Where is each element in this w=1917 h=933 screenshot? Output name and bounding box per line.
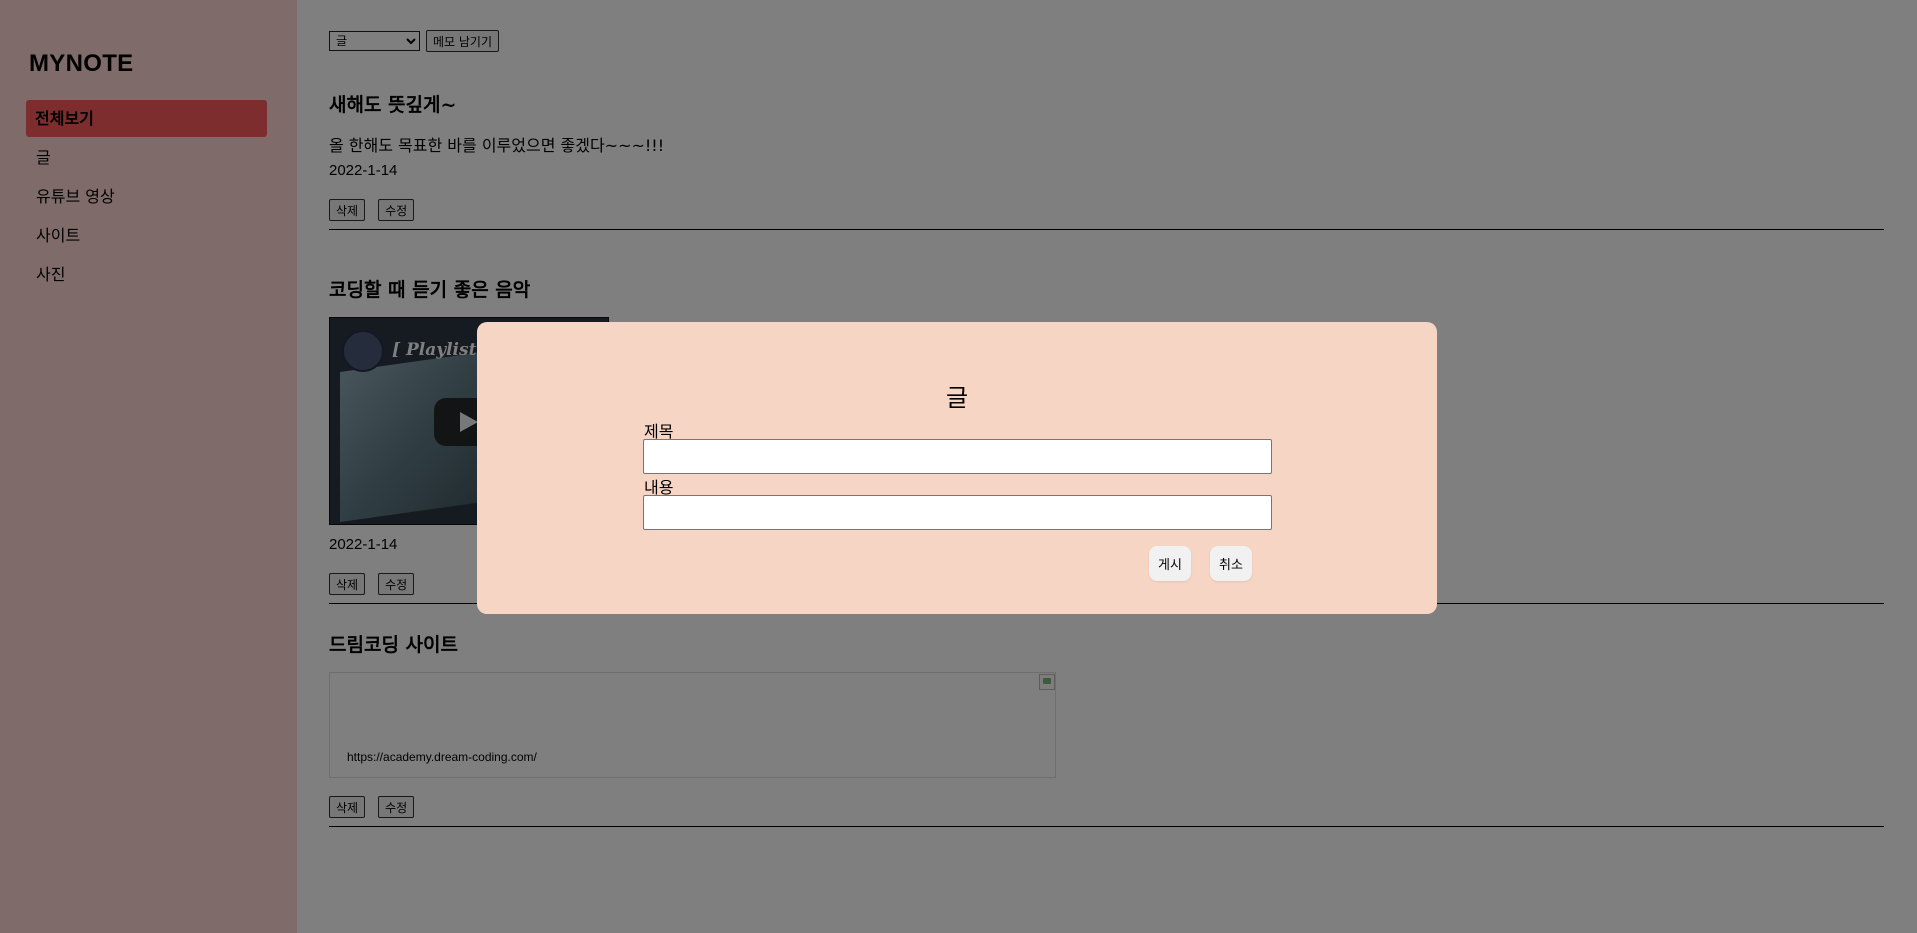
content-input[interactable] (643, 495, 1272, 530)
submit-button[interactable]: 게시 (1149, 546, 1191, 581)
cancel-button[interactable]: 취소 (1210, 546, 1252, 581)
dialog-title: 글 (945, 384, 969, 412)
app: MYNOTE 전체보기 글 유튜브 영상 사이트 사진 글 메모 남기기 새해도… (0, 0, 1917, 933)
text-memo-dialog: 글 제목 내용 게시 취소 (477, 322, 1437, 614)
title-input[interactable] (643, 439, 1272, 474)
